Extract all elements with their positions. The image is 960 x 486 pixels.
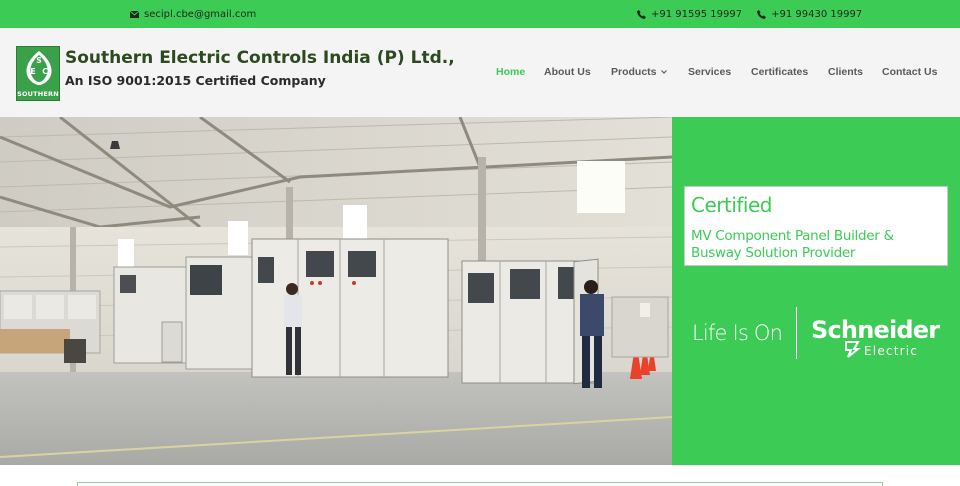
- envelope-icon: [130, 11, 139, 18]
- electric-brand-sub: Electric: [864, 344, 919, 358]
- nav-item-about-us[interactable]: About Us: [544, 66, 591, 78]
- company-name[interactable]: Southern Electric Controls India (P) Ltd…: [65, 48, 455, 68]
- nav-item-products[interactable]: Products: [611, 66, 667, 78]
- nav-item-clients[interactable]: Clients: [828, 66, 863, 78]
- certified-box: Certified MV Component Panel Builder & B…: [684, 186, 948, 266]
- chevron-down-icon: [660, 70, 667, 74]
- main-navigation: Home About Us Products Services Certific…: [0, 66, 960, 80]
- hero-factory-image: [0, 117, 672, 465]
- brand-divider: [796, 307, 797, 359]
- content-section-edge: [77, 482, 883, 486]
- certified-description: MV Component Panel Builder & Busway Solu…: [691, 228, 894, 261]
- life-is-on-tagline: Life Is On: [692, 321, 783, 345]
- factory-illustration: [0, 117, 672, 465]
- certification-panel: Certified MV Component Panel Builder & B…: [672, 117, 960, 465]
- email-contact[interactable]: secipl.cbe@gmail.com: [130, 9, 256, 20]
- logo-letter-s: S: [36, 56, 42, 65]
- nav-item-services[interactable]: Services: [688, 66, 731, 78]
- logo-caption: SOUTHERN: [17, 90, 59, 98]
- schneider-brand: Schneider: [811, 316, 940, 344]
- nav-item-certificates[interactable]: Certificates: [751, 66, 808, 78]
- nav-item-home[interactable]: Home: [496, 66, 525, 78]
- phone-icon: [637, 10, 646, 19]
- top-contact-bar: secipl.cbe@gmail.com +91 91595 19997 +91…: [0, 0, 960, 28]
- schneider-se-icon: [845, 341, 861, 358]
- phone-contacts: +91 91595 19997 +91 99430 19997: [637, 9, 862, 20]
- phone-icon: [757, 10, 767, 19]
- certified-heading: Certified: [691, 193, 773, 217]
- site-header: S E C SOUTHERN Southern Electric Control…: [0, 28, 960, 117]
- email-text[interactable]: secipl.cbe@gmail.com: [144, 9, 256, 20]
- nav-item-products-label: Products: [611, 66, 657, 78]
- phone-number-2[interactable]: +91 99430 19997: [771, 9, 862, 20]
- phone-number-1[interactable]: +91 91595 19997: [651, 9, 742, 20]
- nav-item-contact-us[interactable]: Contact Us: [882, 66, 937, 78]
